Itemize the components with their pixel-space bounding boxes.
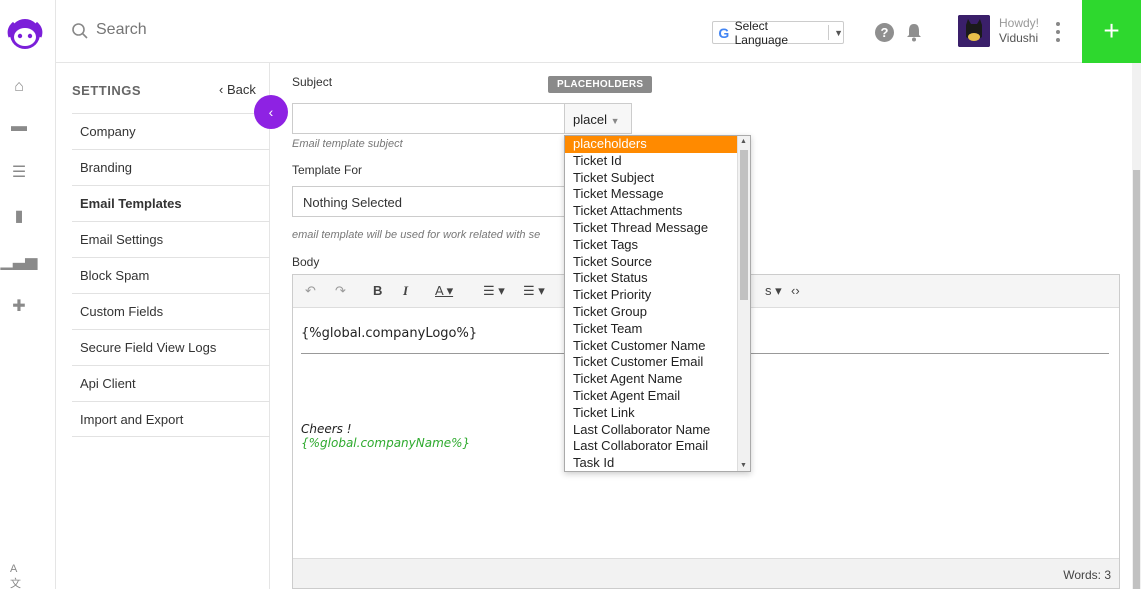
- language-label: Select Language: [734, 18, 788, 47]
- greeting: Howdy!: [999, 16, 1040, 30]
- settings-item-email-templates[interactable]: Email Templates: [72, 185, 270, 221]
- signature-cheers: Cheers !: [301, 422, 352, 436]
- settings-nav: Company Branding Email Templates Email S…: [72, 113, 270, 437]
- dropdown-option[interactable]: Task Id: [565, 455, 750, 471]
- settings-item-import-export[interactable]: Import and Export: [72, 401, 270, 437]
- dropdown-option[interactable]: Ticket Tags: [565, 237, 750, 254]
- body-label: Body: [292, 255, 320, 269]
- google-g-icon: G: [718, 24, 730, 41]
- template-for-hint: email template will be used for work rel…: [292, 229, 541, 241]
- bullet-list-icon[interactable]: ☰ ▾: [483, 283, 505, 299]
- chevron-down-icon: ▼: [834, 27, 843, 38]
- dropdown-option[interactable]: Ticket Priority: [565, 287, 750, 304]
- placeholder-select[interactable]: placel ▼: [564, 103, 632, 134]
- search-icon: [72, 23, 88, 39]
- subject-label: Subject: [292, 75, 333, 89]
- text-color-icon[interactable]: A ▾: [435, 283, 453, 299]
- dropdown-option[interactable]: Ticket Agent Name: [565, 371, 750, 388]
- user-name[interactable]: Vidushi: [999, 31, 1038, 45]
- dropdown-option[interactable]: Ticket Group: [565, 304, 750, 321]
- dropdown-option[interactable]: Last Collaborator Email: [565, 438, 750, 455]
- dropdown-option[interactable]: Ticket Source: [565, 254, 750, 271]
- help-icon[interactable]: ?: [875, 23, 894, 42]
- template-for-label: Template For: [292, 163, 363, 177]
- undo-icon[interactable]: ↶: [305, 283, 316, 299]
- dropdown-option[interactable]: Ticket Link: [565, 405, 750, 422]
- dropdown-option[interactable]: Ticket Attachments: [565, 203, 750, 220]
- settings-item-block-spam[interactable]: Block Spam: [72, 257, 270, 293]
- app-logo-icon[interactable]: [5, 13, 45, 53]
- back-link[interactable]: ‹ Back: [219, 82, 256, 97]
- subject-hint: Email template subject: [292, 138, 403, 150]
- dropdown-option[interactable]: Ticket Message: [565, 186, 750, 203]
- page-scroll-thumb[interactable]: [1133, 170, 1140, 589]
- collapse-sidebar-button[interactable]: ‹: [254, 95, 288, 129]
- italic-icon[interactable]: I: [403, 283, 408, 299]
- page-scrollbar[interactable]: [1132, 63, 1141, 589]
- dropdown-option[interactable]: Ticket Subject: [565, 170, 750, 187]
- settings-item-email-settings[interactable]: Email Settings: [72, 221, 270, 257]
- placeholder-dropdown[interactable]: placeholders Ticket Id Ticket Subject Ticke…: [564, 135, 751, 472]
- placeholder-select-value: placel: [573, 112, 607, 127]
- settings-item-branding[interactable]: Branding: [72, 149, 270, 185]
- add-button[interactable]: +: [1082, 0, 1141, 63]
- source-code-icon[interactable]: ‹›: [791, 283, 800, 298]
- scroll-down-icon[interactable]: ▼: [740, 462, 747, 469]
- dropdown-option[interactable]: Last Collaborator Name: [565, 422, 750, 439]
- list-icon[interactable]: ☰: [10, 163, 28, 181]
- redo-icon[interactable]: ↷: [335, 283, 346, 299]
- icon-rail: ⌂ ▬ ☰ ▮ ▁▃▅ ✚ A文: [0, 0, 56, 590]
- language-select[interactable]: G Select Language ▼: [712, 18, 844, 47]
- dropdown-scrollbar[interactable]: ▲ ▼: [737, 136, 750, 471]
- dropdown-option[interactable]: Ticket Thread Message: [565, 220, 750, 237]
- scroll-up-icon[interactable]: ▲: [740, 138, 747, 145]
- editor-statusbar: Words: 3: [293, 558, 1119, 588]
- settings-item-company[interactable]: Company: [72, 113, 270, 149]
- dropdown-option[interactable]: Ticket Status: [565, 270, 750, 287]
- chevron-left-icon: ‹: [219, 82, 227, 97]
- toolbar-more[interactable]: s ▾: [765, 283, 782, 299]
- dropdown-option[interactable]: Ticket Customer Email: [565, 354, 750, 371]
- company-logo-placeholder: {%global.companyLogo%}: [301, 326, 478, 341]
- subject-input[interactable]: [292, 103, 566, 134]
- placeholders-badge: PLACEHOLDERS: [548, 76, 653, 93]
- dropdown-scroll-thumb[interactable]: [740, 150, 748, 300]
- word-count: Words: 3: [1063, 568, 1111, 582]
- settings-sidebar: SETTINGS ‹ Back ‹ Company Branding Email…: [56, 63, 288, 589]
- chat-icon[interactable]: ▬: [10, 118, 28, 136]
- settings-item-custom-fields[interactable]: Custom Fields: [72, 293, 270, 329]
- bold-icon[interactable]: B: [373, 283, 382, 298]
- dropdown-option[interactable]: placeholders: [565, 136, 750, 153]
- dropdown-option[interactable]: Ticket Team: [565, 321, 750, 338]
- home-icon[interactable]: ⌂: [10, 78, 28, 96]
- puzzle-icon[interactable]: ✚: [10, 297, 28, 315]
- book-icon[interactable]: ▮: [10, 207, 28, 225]
- dropdown-option[interactable]: Ticket Agent Email: [565, 388, 750, 405]
- numbered-list-icon[interactable]: ☰ ▾: [523, 283, 545, 299]
- company-name-placeholder: {%global.companyName%}: [301, 436, 471, 450]
- settings-item-secure-field-view-logs[interactable]: Secure Field View Logs: [72, 329, 270, 365]
- bell-icon[interactable]: [905, 22, 923, 42]
- settings-heading: SETTINGS: [72, 83, 142, 98]
- bar-chart-icon[interactable]: ▁▃▅: [1, 252, 38, 270]
- chevron-down-icon: ▼: [610, 116, 620, 126]
- top-bar: G Select Language ▼ ? Howdy! Vidushi +: [56, 0, 1141, 63]
- template-for-select[interactable]: Nothing Selected: [292, 186, 566, 217]
- dropdown-option[interactable]: Ticket Customer Name: [565, 338, 750, 355]
- translate-icon[interactable]: A文: [10, 563, 28, 590]
- kebab-menu-icon[interactable]: [1056, 21, 1060, 43]
- settings-item-api-client[interactable]: Api Client: [72, 365, 270, 401]
- search-input[interactable]: [96, 21, 396, 39]
- dropdown-option[interactable]: Ticket Id: [565, 153, 750, 170]
- avatar[interactable]: [958, 15, 990, 47]
